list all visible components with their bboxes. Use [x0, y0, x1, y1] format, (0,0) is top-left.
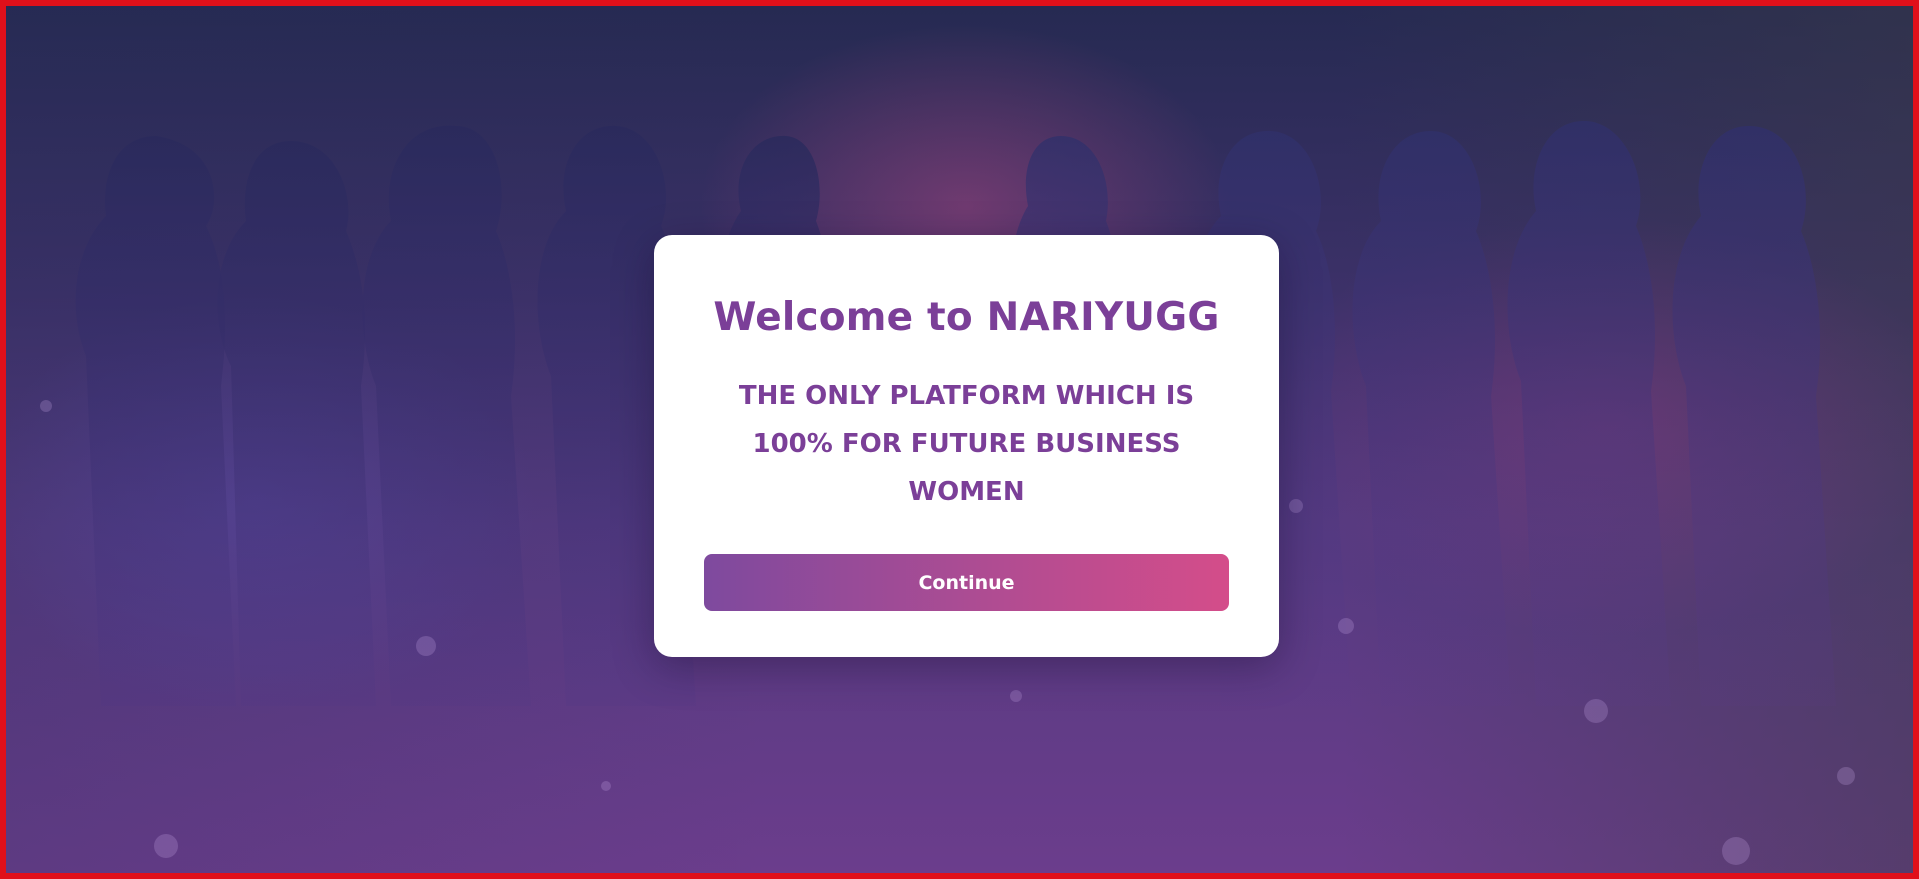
- platform-tagline: THE ONLY PLATFORM WHICH IS 100% FOR FUTU…: [738, 381, 1195, 507]
- continue-button[interactable]: Continue: [704, 554, 1229, 611]
- welcome-title: Welcome to NARIYUGG: [713, 295, 1220, 340]
- welcome-screen: Welcome to NARIYUGG THE ONLY PLATFORM WH…: [0, 0, 1919, 879]
- welcome-dialog: Welcome to NARIYUGG THE ONLY PLATFORM WH…: [654, 235, 1279, 657]
